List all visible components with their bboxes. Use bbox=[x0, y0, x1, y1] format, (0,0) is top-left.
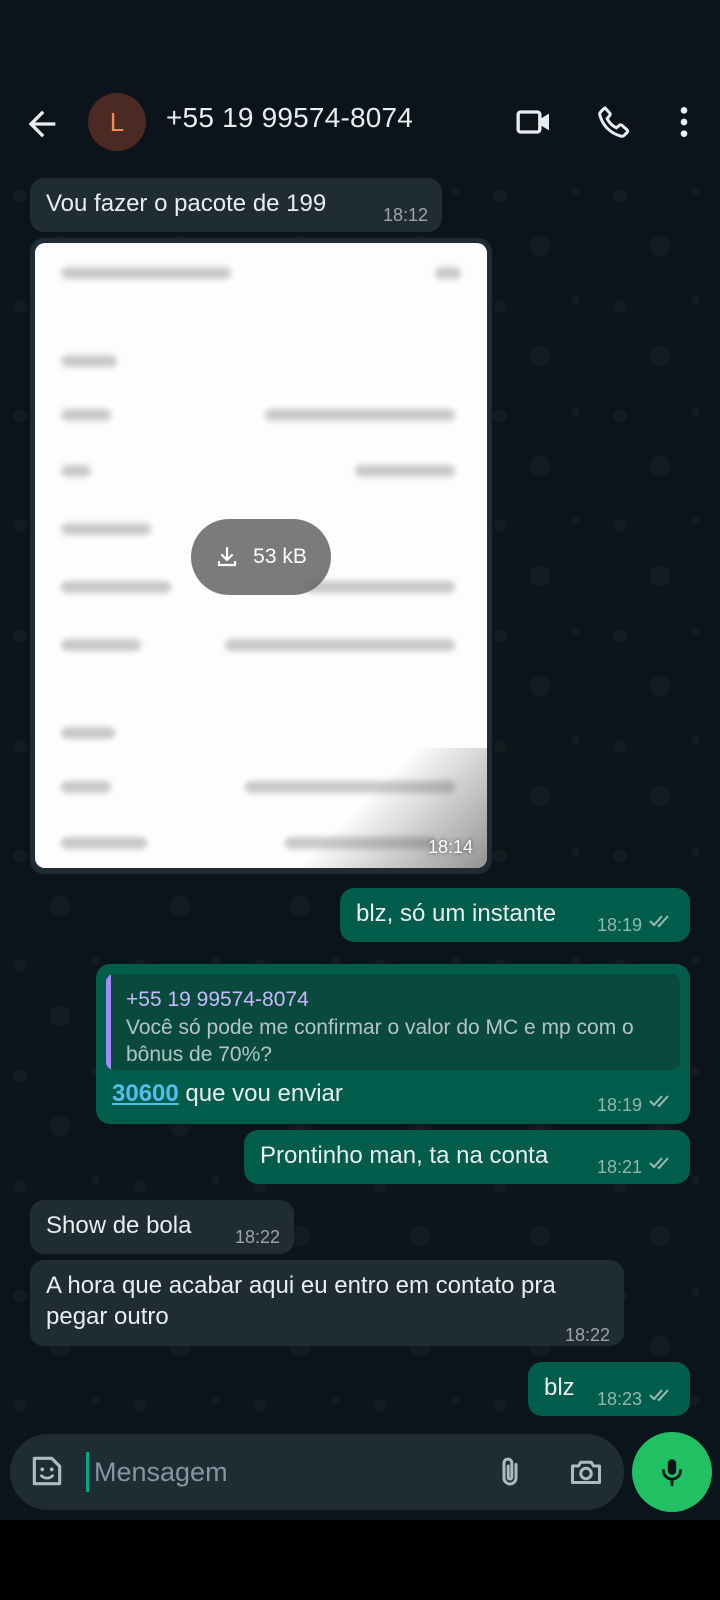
paperclip-icon[interactable] bbox=[492, 1452, 528, 1492]
message-text: que vou enviar bbox=[178, 1080, 343, 1107]
more-vert-icon[interactable] bbox=[664, 102, 704, 142]
message-time: 18:22 bbox=[564, 1325, 610, 1345]
document-preview[interactable]: 53 kB 18:14 bbox=[35, 243, 487, 868]
status-bar bbox=[0, 0, 720, 80]
number-link[interactable]: 30600 bbox=[112, 1080, 179, 1107]
message-outgoing[interactable]: blz 18:23 bbox=[528, 1362, 690, 1416]
voice-record-button[interactable] bbox=[632, 1432, 712, 1512]
message-composer bbox=[10, 1434, 624, 1510]
phone-icon[interactable] bbox=[594, 102, 634, 142]
message-time: 18:14 bbox=[427, 837, 473, 857]
document-message[interactable]: 53 kB 18:14 bbox=[30, 238, 492, 874]
chat-area[interactable]: Vou fazer o pacote de 199 18:12 53 kB 18… bbox=[0, 166, 720, 1434]
quote-text: Você só pode me confirmar o valor do MC … bbox=[126, 1016, 634, 1066]
message-time: 18:22 bbox=[234, 1227, 280, 1247]
system-nav-bar bbox=[0, 1520, 720, 1600]
read-receipt-icon bbox=[649, 915, 669, 928]
read-receipt-icon bbox=[649, 1095, 669, 1108]
message-text: blz, só um instante bbox=[356, 900, 557, 927]
message-text: A hora que acabar aqui eu entro em conta… bbox=[46, 1272, 556, 1330]
chat-header: L +55 19 99574-8074 bbox=[0, 80, 720, 166]
read-receipt-icon bbox=[649, 1389, 669, 1402]
text-caret bbox=[86, 1452, 89, 1492]
reply-body: 30600 que vou enviar bbox=[112, 1078, 343, 1109]
message-text: Prontinho man, ta na conta bbox=[260, 1142, 549, 1169]
avatar[interactable]: L bbox=[88, 93, 146, 151]
message-time: 18:23 bbox=[596, 1389, 642, 1409]
message-time: 18:12 bbox=[382, 205, 428, 225]
sticker-icon[interactable] bbox=[28, 1452, 66, 1490]
message-incoming[interactable]: A hora que acabar aqui eu entro em conta… bbox=[30, 1260, 624, 1346]
message-time: 18:21 bbox=[596, 1157, 642, 1177]
contact-name[interactable]: +55 19 99574-8074 bbox=[166, 102, 413, 134]
camera-icon[interactable] bbox=[566, 1454, 606, 1490]
download-size: 53 kB bbox=[253, 545, 307, 568]
message-outgoing[interactable]: Prontinho man, ta na conta 18:21 bbox=[244, 1130, 690, 1184]
message-outgoing-reply[interactable]: +55 19 99574-8074 Você só pode me confir… bbox=[96, 964, 690, 1124]
mic-icon bbox=[662, 1459, 682, 1487]
message-time: 18:19 bbox=[596, 1095, 642, 1115]
message-time: 18:19 bbox=[596, 915, 642, 935]
message-text: Vou fazer o pacote de 199 bbox=[46, 190, 327, 217]
message-incoming[interactable]: Show de bola 18:22 bbox=[30, 1200, 294, 1254]
message-incoming[interactable]: Vou fazer o pacote de 199 18:12 bbox=[30, 178, 442, 232]
message-text: blz bbox=[544, 1374, 575, 1401]
back-arrow-icon[interactable] bbox=[22, 104, 62, 144]
video-call-icon[interactable] bbox=[514, 102, 554, 142]
quote-bar bbox=[106, 974, 111, 1070]
quoted-message[interactable]: +55 19 99574-8074 Você só pode me confir… bbox=[106, 974, 680, 1070]
read-receipt-icon bbox=[649, 1157, 669, 1170]
message-text: Show de bola bbox=[46, 1212, 192, 1239]
message-outgoing[interactable]: blz, só um instante 18:19 bbox=[340, 888, 690, 942]
avatar-letter: L bbox=[109, 106, 125, 137]
download-button[interactable]: 53 kB bbox=[191, 519, 331, 595]
download-icon bbox=[218, 546, 237, 567]
message-input[interactable] bbox=[92, 1448, 476, 1496]
quote-author: +55 19 99574-8074 bbox=[126, 988, 309, 1011]
